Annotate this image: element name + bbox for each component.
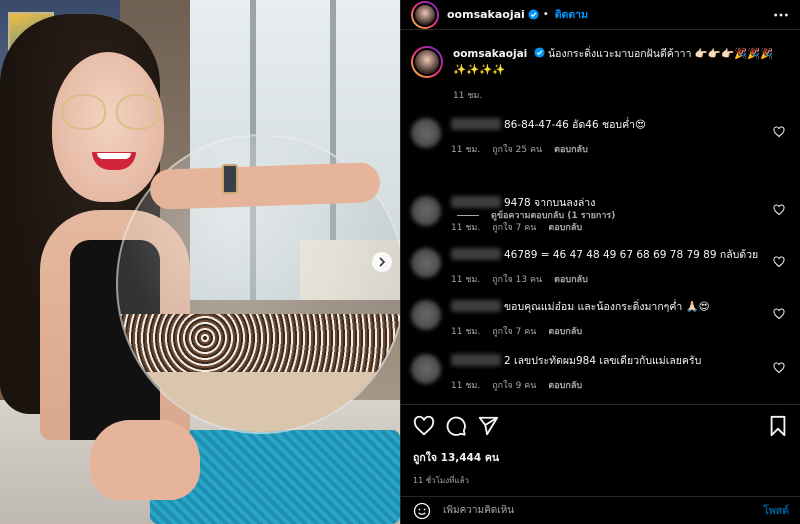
share-icon[interactable] — [477, 415, 499, 437]
verified-icon — [534, 47, 545, 58]
heart-icon[interactable] — [773, 308, 785, 320]
commenter-username[interactable] — [451, 248, 501, 260]
photo-watch — [222, 164, 238, 194]
reply-button[interactable]: ตอบกลับ — [554, 145, 588, 155]
caption-username[interactable]: oomsakaojai — [453, 48, 527, 60]
bookmark-icon[interactable] — [767, 415, 789, 437]
comment-text: ขอบคุณแม่อ๋อม และน้องกระดิ่งมากๆค่ำ 🙏🏻😍 — [504, 301, 710, 313]
comment-likes[interactable]: ถูกใจ 9 คน — [492, 381, 536, 391]
comment-item: 46789 = 46 47 48 49 67 68 69 78 79 89 กล… — [411, 248, 791, 288]
photo-hand — [90, 420, 200, 500]
post-actions: ถูกใจ 13,444 คน 11 ชั่วโมงที่แล้ว — [401, 404, 800, 487]
comment-time: 11 ชม. — [451, 145, 481, 155]
comments-list[interactable]: oomsakaojai น้องกระดิ่งแวะมาบอกฝันดีค้าา… — [401, 40, 800, 404]
comment-likes[interactable]: ถูกใจ 25 คน — [492, 145, 542, 155]
commenter-username[interactable] — [451, 196, 501, 208]
verified-icon — [528, 9, 539, 20]
comment-likes[interactable]: ถูกใจ 7 คน — [492, 327, 536, 337]
comment-time: 11 ชม. — [451, 381, 481, 391]
comment-likes[interactable]: ถูกใจ 13 คน — [492, 275, 542, 285]
heart-icon[interactable] — [773, 362, 785, 374]
comment-likes[interactable]: ถูกใจ 7 คน — [492, 223, 536, 233]
reply-button[interactable]: ตอบกลับ — [554, 275, 588, 285]
comment-text: 9478 จากบนลงล่าง — [504, 197, 596, 209]
comment-composer: โพสต์ — [401, 496, 800, 524]
post-header: oomsakaojai • ติดตาม — [401, 0, 800, 30]
comment-item: 86-84-47-46 อัด46 ชอบค่ำ😍 11 ชม. ถูกใจ 25… — [411, 118, 791, 158]
comment-text: 46789 = 46 47 48 49 67 68 69 78 79 89 กล… — [504, 249, 759, 261]
post-comment-button[interactable]: โพสต์ — [763, 502, 789, 519]
commenter-avatar[interactable] — [411, 196, 441, 226]
commenter-username[interactable] — [451, 354, 501, 366]
reply-button[interactable]: ตอบกลับ — [548, 223, 582, 233]
heart-icon[interactable] — [773, 126, 785, 138]
heart-icon[interactable] — [413, 415, 435, 437]
like-count[interactable]: ถูกใจ 13,444 คน — [413, 449, 789, 466]
post-time[interactable]: 11 ชั่วโมงที่แล้ว — [413, 474, 789, 487]
comment-item: 2 เลขประทัดผม984 เลขเดียวกับแม่เลยครับ 1… — [411, 354, 791, 394]
comment-icon[interactable] — [445, 415, 467, 437]
heart-icon[interactable] — [773, 204, 785, 216]
author-avatar[interactable] — [411, 0, 439, 29]
author-username[interactable]: oomsakaojai — [447, 8, 525, 21]
post-detail-panel: oomsakaojai • ติดตาม oomsakaojai น้องกระ… — [400, 0, 800, 524]
commenter-username[interactable] — [451, 300, 501, 312]
chevron-right-icon — [379, 257, 386, 267]
comment-text: 2 เลขประทัดผม984 เลขเดียวกับแม่เลยครับ — [504, 355, 702, 367]
reply-button[interactable]: ตอบกลับ — [548, 327, 582, 337]
caption-time: 11 ชม. — [453, 91, 483, 101]
emoji-icon[interactable] — [413, 502, 431, 520]
reply-button[interactable]: ตอบกลับ — [548, 381, 582, 391]
comment-time: 11 ชม. — [451, 223, 481, 233]
heart-icon[interactable] — [773, 256, 785, 268]
comment-input[interactable] — [443, 505, 764, 516]
comment-text: 86-84-47-46 อัด46 ชอบค่ำ😍 — [504, 119, 646, 131]
commenter-avatar[interactable] — [411, 248, 441, 278]
next-photo-button[interactable] — [372, 252, 392, 272]
commenter-avatar[interactable] — [411, 354, 441, 384]
comment-item: ขอบคุณแม่อ๋อม และน้องกระดิ่งมากๆค่ำ 🙏🏻😍 … — [411, 300, 791, 340]
caption-avatar[interactable] — [411, 46, 443, 78]
photo-glasses-right — [116, 94, 160, 130]
commenter-avatar[interactable] — [411, 118, 441, 148]
post-caption: oomsakaojai น้องกระดิ่งแวะมาบอกฝันดีค้าา… — [401, 40, 800, 104]
comment-item: 9478 จากบนลงล่าง 11 ชม. ถูกใจ 7 คน ตอบกลับ — [411, 196, 791, 236]
more-icon — [774, 13, 788, 16]
photo-teeth — [97, 153, 131, 159]
more-options-button[interactable] — [772, 6, 790, 24]
comment-time: 11 ชม. — [451, 275, 481, 285]
commenter-username[interactable] — [451, 118, 501, 130]
post-photo[interactable] — [0, 0, 400, 524]
comment-time: 11 ชม. — [451, 327, 481, 337]
photo-glasses-left — [62, 94, 106, 130]
commenter-avatar[interactable] — [411, 300, 441, 330]
follow-button[interactable]: ติดตาม — [555, 6, 588, 23]
separator-dot: • — [542, 9, 549, 20]
photo-arm — [149, 161, 381, 211]
